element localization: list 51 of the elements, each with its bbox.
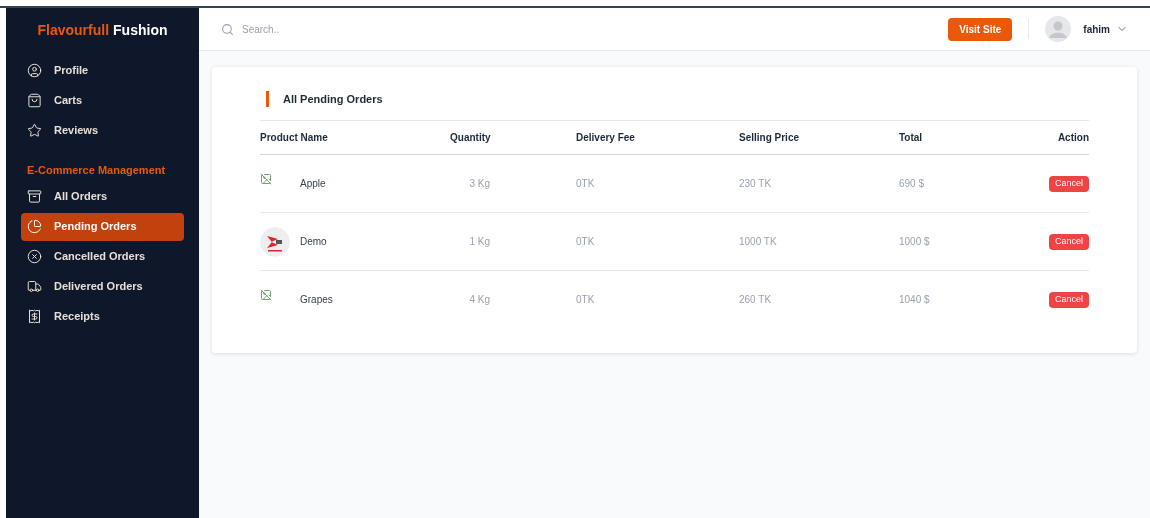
table-cell: 1000 $ <box>899 236 930 247</box>
sidebar-item[interactable]: Pending Orders <box>21 212 184 241</box>
section-heading: E-Commerce Management <box>26 163 167 178</box>
search-icon <box>221 22 234 36</box>
sidebar-item[interactable]: Receipts <box>21 302 184 331</box>
table-cell: 4 Kg <box>469 294 490 306</box>
pie-chart-icon <box>27 219 42 234</box>
x-circle-icon <box>27 249 42 264</box>
table-cell: 0TK <box>576 178 595 189</box>
column-header: Quantity <box>450 131 491 143</box>
table-cell: 690 $ <box>899 178 925 189</box>
cancel-button[interactable]: Cancel <box>1049 292 1089 309</box>
column-header: Total <box>899 131 923 143</box>
product-name: Apple <box>300 177 326 191</box>
table-cell: 230 TK <box>739 178 772 189</box>
receipt-icon <box>27 309 42 324</box>
table-cell: 1 Kg <box>469 236 490 247</box>
sidebar-item[interactable]: Carts <box>21 86 184 114</box>
user-name: fahim <box>1083 22 1110 37</box>
card-title: All Pending Orders <box>283 92 383 107</box>
column-header: Product Name <box>260 131 328 143</box>
search-input[interactable]: Search.. <box>242 21 442 37</box>
broken-image-icon <box>260 288 272 301</box>
cancel-button[interactable]: Cancel <box>1049 233 1089 250</box>
sidebar-item[interactable]: Reviews <box>21 116 184 144</box>
visit-site-button[interactable]: Visit Site <box>948 17 1013 41</box>
star-icon <box>27 122 42 138</box>
column-header: Action <box>1057 131 1089 143</box>
truck-icon <box>27 279 42 294</box>
sidebar-item[interactable]: Profile <box>21 56 184 84</box>
column-header: Delivery Fee <box>576 131 635 143</box>
shopping-bag-icon <box>27 92 42 108</box>
table-cell: 260 TK <box>739 294 772 306</box>
avatar-icon <box>1045 16 1072 42</box>
archive-box-icon <box>27 189 42 204</box>
table-cell: 0TK <box>576 294 595 306</box>
sidebar-item[interactable]: All Orders <box>21 182 184 211</box>
brand-name: Flavourfull <box>37 20 110 40</box>
user-circle-icon <box>27 62 42 78</box>
product-name: Demo <box>300 235 327 249</box>
product-name: Grapes <box>300 293 333 308</box>
broken-image-icon <box>260 172 272 185</box>
brand-name: Fushion <box>113 20 168 40</box>
table-cell: 1000 TK <box>739 236 777 247</box>
table-cell: 1040 $ <box>899 294 930 306</box>
sidebar-item[interactable]: Cancelled Orders <box>21 242 184 271</box>
column-header: Selling Price <box>739 131 800 143</box>
table-cell: 3 Kg <box>469 178 490 189</box>
table-cell: 0TK <box>576 236 595 247</box>
sidebar-item[interactable]: Delivered Orders <box>21 272 184 301</box>
cancel-button[interactable]: Cancel <box>1049 175 1089 192</box>
